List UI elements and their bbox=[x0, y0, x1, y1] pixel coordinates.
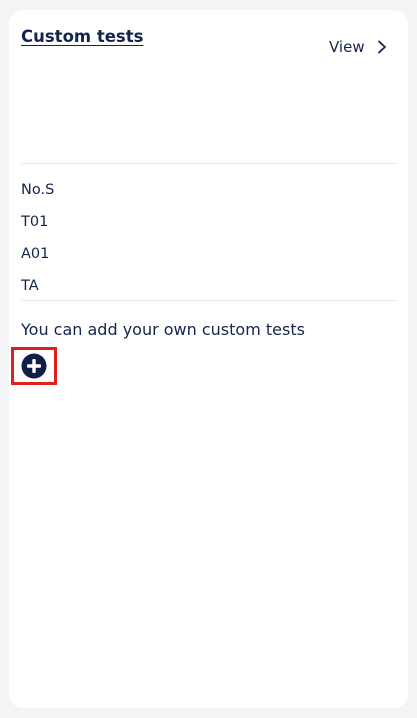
custom-tests-title[interactable]: Custom tests bbox=[21, 27, 143, 46]
view-button[interactable]: View bbox=[329, 38, 389, 56]
test-item[interactable]: No.S bbox=[21, 177, 54, 209]
add-custom-test-button[interactable] bbox=[11, 347, 57, 385]
divider bbox=[21, 300, 396, 301]
test-item[interactable]: A01 bbox=[21, 241, 54, 273]
plus-circle-icon bbox=[21, 353, 47, 379]
divider bbox=[21, 163, 396, 164]
custom-test-list: No.S T01 A01 TA bbox=[21, 177, 54, 305]
chevron-right-icon bbox=[375, 40, 389, 54]
view-label: View bbox=[329, 38, 365, 56]
add-custom-tests-text: You can add your own custom tests bbox=[21, 320, 305, 339]
test-item[interactable]: T01 bbox=[21, 209, 54, 241]
custom-tests-card: Custom tests View No.S T01 A01 TA You ca… bbox=[9, 10, 408, 708]
